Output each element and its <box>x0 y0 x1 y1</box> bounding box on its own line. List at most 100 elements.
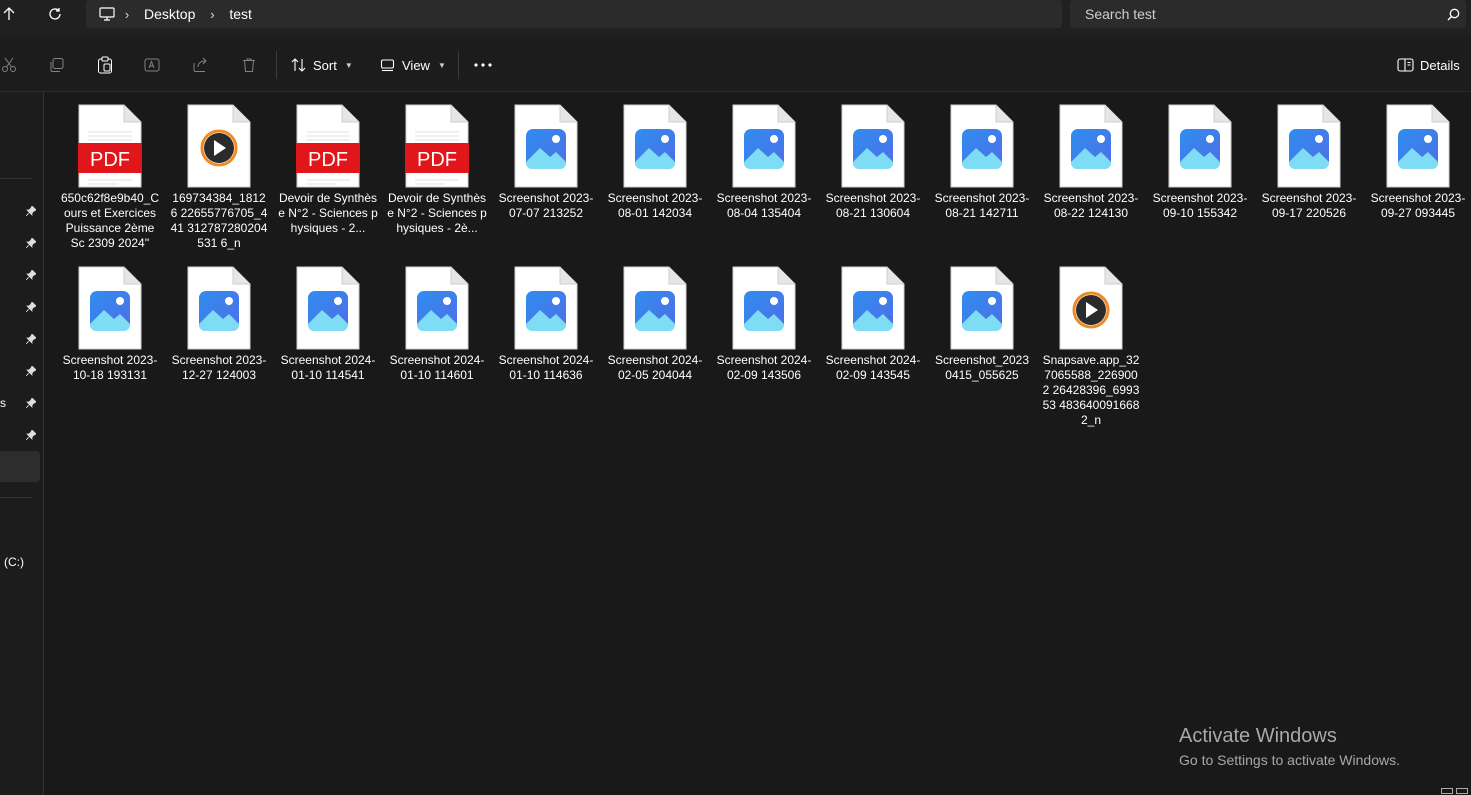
pin-icon[interactable] <box>25 397 37 409</box>
watermark-subtitle: Go to Settings to activate Windows. <box>1179 752 1400 768</box>
pin-icon[interactable] <box>25 365 37 377</box>
image-file-icon <box>1148 101 1252 191</box>
file-name: Screenshot_2023 0415_055625 <box>934 353 1030 382</box>
pdf-file-icon: PDF <box>385 101 489 191</box>
file-item-image[interactable]: Screenshot 2024-01-10 114601 <box>385 263 489 383</box>
details-label: Details <box>1420 57 1460 73</box>
paste-icon[interactable] <box>94 54 116 76</box>
sidebar-item-label[interactable]: s <box>0 396 6 410</box>
image-file-icon <box>167 263 271 353</box>
copy-icon[interactable] <box>46 54 68 76</box>
details-pane-icon <box>1397 58 1414 72</box>
image-file-icon <box>494 101 598 191</box>
breadcrumb-test[interactable]: test <box>223 6 258 22</box>
image-file-icon <box>930 263 1034 353</box>
image-file-icon <box>603 263 707 353</box>
file-item-image[interactable]: Screenshot 2023-09-10 155342 <box>1148 101 1252 221</box>
file-item-pdf[interactable]: PDF Devoir de Synthèse N°2 - Sciences ph… <box>385 101 489 236</box>
pin-icon[interactable] <box>25 301 37 313</box>
cut-icon[interactable] <box>0 54 20 76</box>
file-item-image[interactable]: Screenshot 2023-08-01 142034 <box>603 101 707 221</box>
sidebar-item-drive-c[interactable]: (C:) <box>4 555 24 569</box>
file-name: Screenshot 2023-08-22 124130 <box>1043 191 1139 220</box>
file-item-image[interactable]: Screenshot 2023-08-04 135404 <box>712 101 816 221</box>
file-name: Screenshot 2024-02-09 143506 <box>716 353 812 382</box>
pin-icon[interactable] <box>25 205 37 217</box>
file-item-image[interactable]: Screenshot_2023 0415_055625 <box>930 263 1034 383</box>
file-item-image[interactable]: Screenshot 2023-09-27 093445 <box>1366 101 1470 221</box>
image-file-icon <box>494 263 598 353</box>
file-item-image[interactable]: Screenshot 2023-10-18 193131 <box>58 263 162 383</box>
file-item-video[interactable]: 169734384_18126 22655776705_441 31278728… <box>167 101 271 251</box>
search-input[interactable] <box>1070 0 1430 28</box>
file-name: Screenshot 2023-08-21 130604 <box>825 191 921 220</box>
file-item-image[interactable]: Screenshot 2023-07-07 213252 <box>494 101 598 221</box>
file-item-image[interactable]: Screenshot 2023-08-21 130604 <box>821 101 925 221</box>
image-file-icon <box>821 101 925 191</box>
pin-icon[interactable] <box>25 269 37 281</box>
file-name: Screenshot 2023-08-21 142711 <box>934 191 1030 220</box>
up-arrow-icon[interactable] <box>0 3 18 25</box>
file-item-image[interactable]: Screenshot 2024-01-10 114636 <box>494 263 598 383</box>
pin-icon[interactable] <box>25 429 37 441</box>
file-name: Screenshot 2023-07-07 213252 <box>498 191 594 220</box>
watermark-title: Activate Windows <box>1179 725 1337 747</box>
pin-icon[interactable] <box>25 333 37 345</box>
file-item-video[interactable]: Snapsave.app_32 7065588_2269002 26428396… <box>1039 263 1143 428</box>
delete-icon[interactable] <box>238 54 260 76</box>
pdf-file-icon: PDF <box>276 101 380 191</box>
view-icon <box>380 59 395 72</box>
file-item-pdf[interactable]: PDF 650c62f8e9b40_Cours et Exercices Pui… <box>58 101 162 251</box>
chevron-right-icon[interactable]: › <box>116 7 138 22</box>
file-name: Screenshot 2023-12-27 124003 <box>171 353 267 382</box>
image-file-icon <box>276 263 380 353</box>
rename-icon[interactable] <box>142 54 164 76</box>
share-icon[interactable] <box>190 54 212 76</box>
breadcrumb[interactable]: › Desktop › test <box>86 0 1062 28</box>
file-item-image[interactable]: Screenshot 2023-08-22 124130 <box>1039 101 1143 221</box>
file-item-image[interactable]: Screenshot 2024-02-09 143506 <box>712 263 816 383</box>
file-name: Screenshot 2023-09-10 155342 <box>1152 191 1248 220</box>
file-name: Snapsave.app_32 7065588_2269002 26428396… <box>1042 353 1140 427</box>
file-item-pdf[interactable]: PDF Devoir de Synthèse N°2 - Sciences ph… <box>276 101 380 236</box>
image-file-icon <box>930 101 1034 191</box>
file-name: 169734384_18126 22655776705_441 31278728… <box>170 191 268 250</box>
svg-text:PDF: PDF <box>90 149 130 171</box>
search-box[interactable] <box>1070 0 1466 28</box>
search-icon[interactable] <box>1444 5 1462 23</box>
view-button[interactable]: View ▼ <box>380 51 446 79</box>
file-name: Screenshot 2023-10-18 193131 <box>62 353 158 382</box>
sort-button[interactable]: Sort ▼ <box>291 51 353 79</box>
sidebar-item-selected[interactable] <box>0 451 40 482</box>
navigation-pane: s (C:) <box>0 92 44 795</box>
divider <box>0 497 32 498</box>
svg-text:PDF: PDF <box>308 149 348 171</box>
details-button[interactable]: Details <box>1397 51 1460 79</box>
file-name: Screenshot 2024-01-10 114636 <box>498 353 594 382</box>
file-item-image[interactable]: Screenshot 2024-02-09 143545 <box>821 263 925 383</box>
pdf-file-icon: PDF <box>58 101 162 191</box>
file-item-image[interactable]: Screenshot 2023-09-17 220526 <box>1257 101 1361 221</box>
file-name: Devoir de Synthèse N°2 - Sciences physiq… <box>387 191 487 235</box>
file-name: Screenshot 2024-01-10 114601 <box>389 353 485 382</box>
refresh-icon[interactable] <box>44 3 66 25</box>
chevron-right-icon[interactable]: › <box>201 7 223 22</box>
image-file-icon <box>821 263 925 353</box>
breadcrumb-desktop[interactable]: Desktop <box>138 6 201 22</box>
file-item-image[interactable]: Screenshot 2023-08-21 142711 <box>930 101 1034 221</box>
command-bar: Sort ▼ View ▼ Details <box>0 37 1471 92</box>
computer-icon[interactable] <box>98 5 116 23</box>
sort-icon <box>291 58 306 72</box>
file-name: Screenshot 2023-08-01 142034 <box>607 191 703 220</box>
chevron-down-icon: ▼ <box>437 60 446 70</box>
pin-icon[interactable] <box>25 237 37 249</box>
image-file-icon <box>1366 101 1470 191</box>
file-item-image[interactable]: Screenshot 2023-12-27 124003 <box>167 263 271 383</box>
file-name: 650c62f8e9b40_Cours et Exercices Puissan… <box>60 191 160 250</box>
more-options-icon[interactable] <box>471 51 495 79</box>
view-toggle-icons[interactable] <box>1441 788 1471 795</box>
file-item-image[interactable]: Screenshot 2024-02-05 204044 <box>603 263 707 383</box>
view-label: View <box>402 57 430 73</box>
file-name: Devoir de Synthèse N°2 - Sciences physiq… <box>278 191 378 235</box>
file-item-image[interactable]: Screenshot 2024-01-10 114541 <box>276 263 380 383</box>
